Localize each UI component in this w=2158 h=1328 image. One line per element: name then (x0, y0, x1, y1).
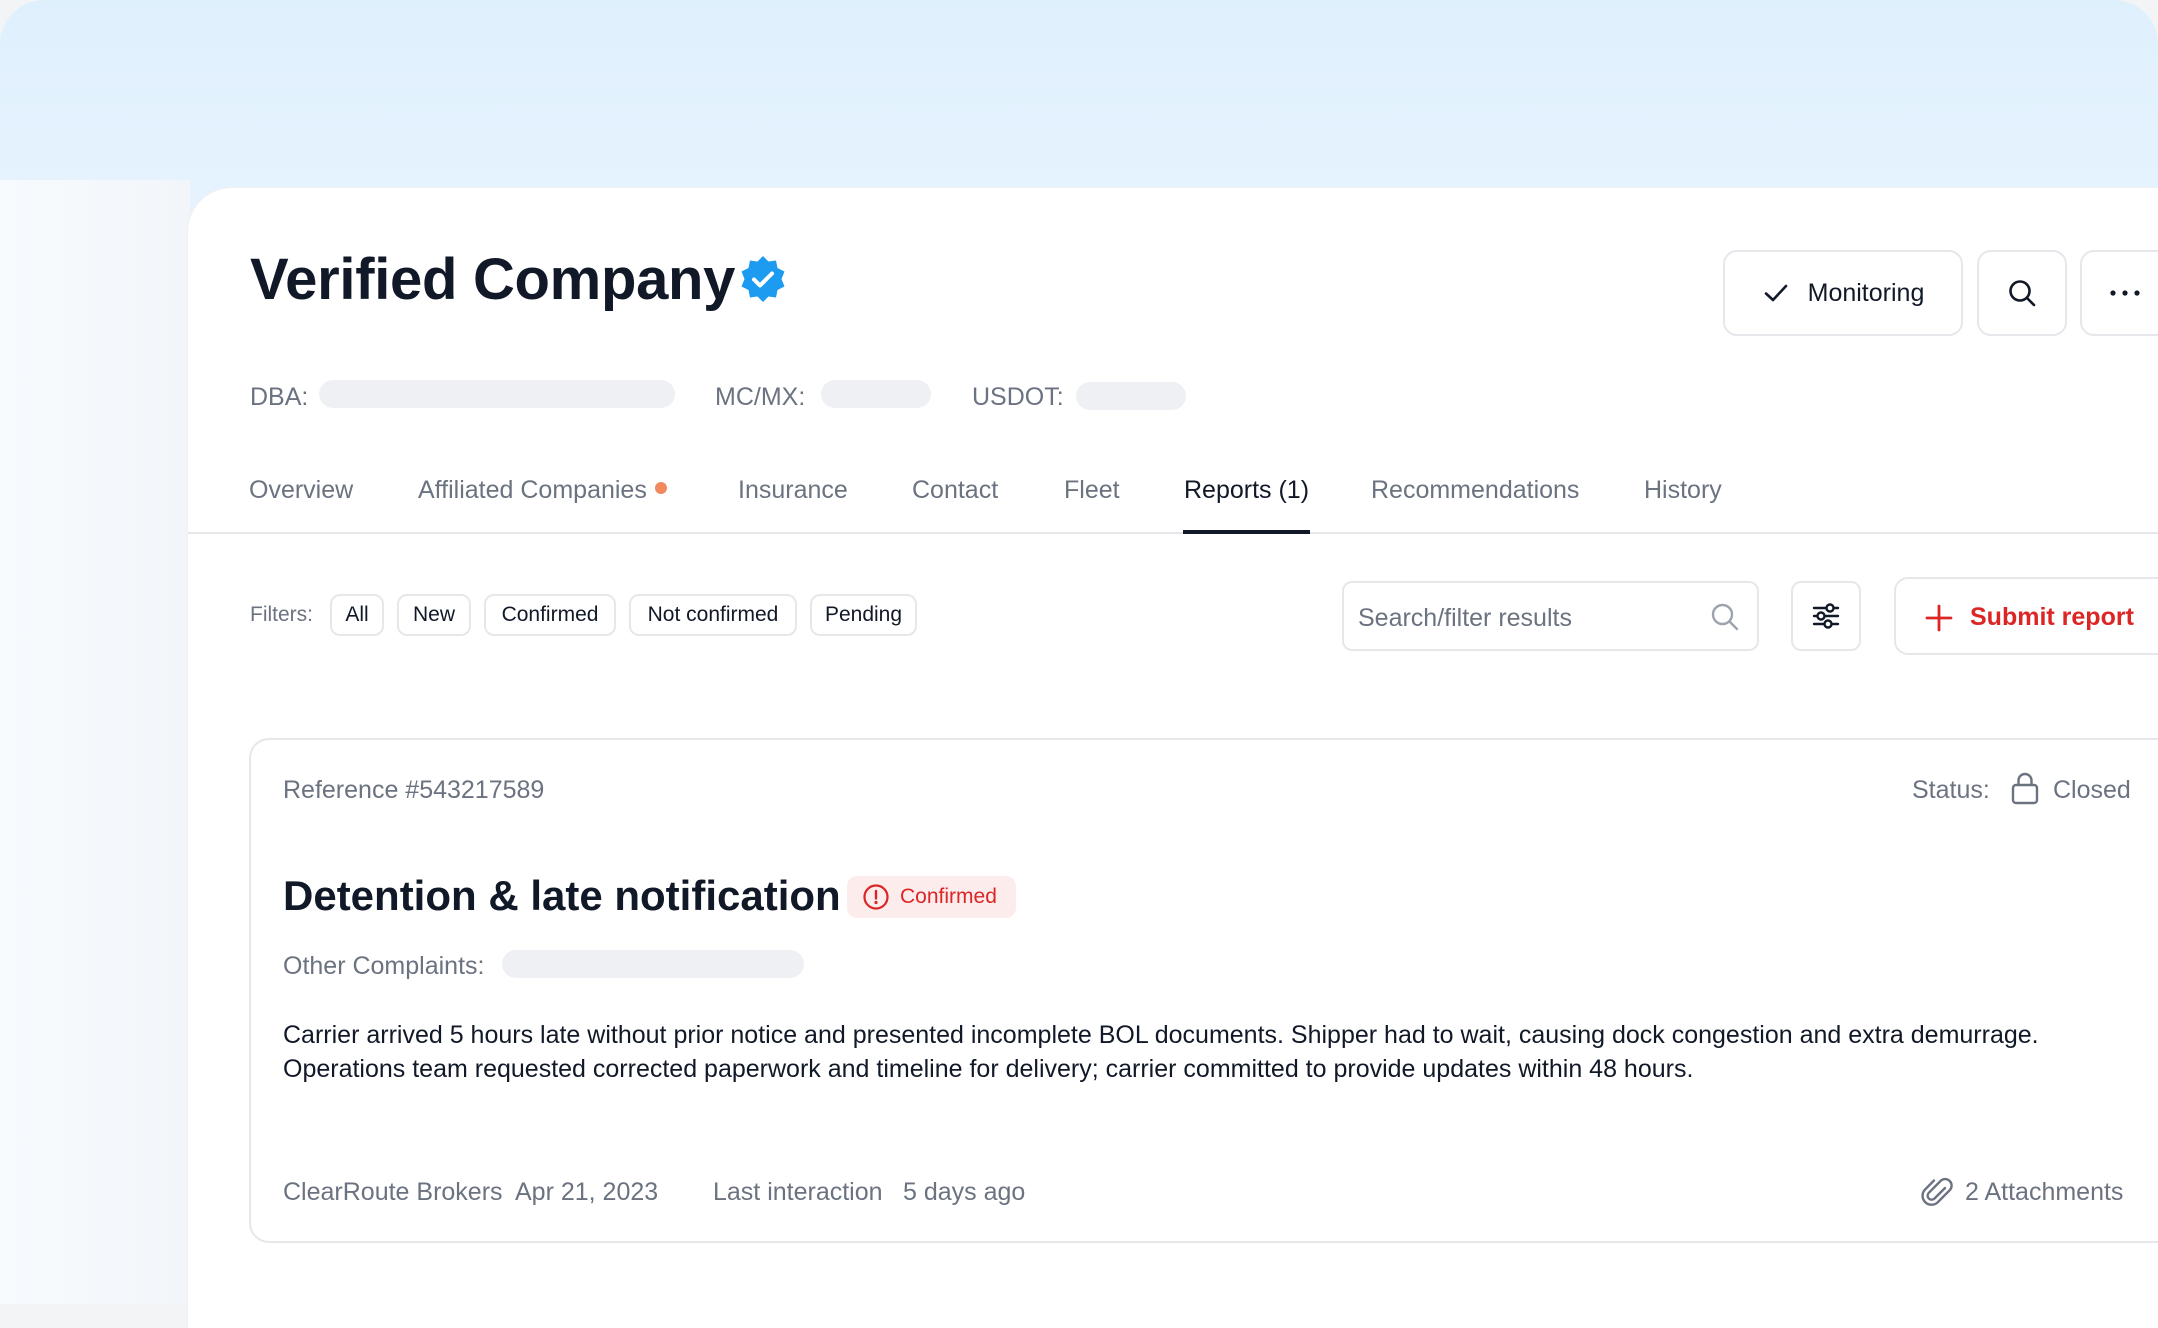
last-interaction-value: 5 days ago (903, 1178, 1026, 1206)
other-complaints-label: Other Complaints: (283, 952, 485, 980)
more-options-button[interactable] (2080, 250, 2158, 336)
search-button[interactable] (1977, 250, 2067, 336)
report-description: Carrier arrived 5 hours late without pri… (283, 1018, 2133, 1086)
confirmed-badge: Confirmed (847, 876, 1016, 918)
verified-badge-icon (741, 256, 785, 302)
submit-report-label: Submit report (1970, 603, 2134, 631)
report-reference: Reference #543217589 (283, 776, 545, 804)
plus-icon (1925, 604, 1953, 632)
report-description-line-1: Carrier arrived 5 hours late without pri… (283, 1021, 2039, 1049)
sliders-icon (1812, 603, 1840, 629)
page-title: Verified Company (250, 247, 736, 312)
tab-reports[interactable]: Reports (1) (1184, 476, 1309, 505)
report-card[interactable] (249, 738, 2158, 1243)
search-placeholder: Search/filter results (1358, 604, 1572, 632)
report-description-line-2: Operations team requested corrected pape… (283, 1055, 1694, 1083)
notification-dot (654, 482, 667, 495)
tab-history[interactable]: History (1644, 476, 1722, 505)
tab-recommendations[interactable]: Recommendations (1371, 476, 1579, 505)
tab-insurance[interactable]: Insurance (738, 476, 848, 505)
tab-fleet[interactable]: Fleet (1064, 476, 1120, 505)
other-complaints-placeholder (502, 950, 804, 978)
usdot-label: USDOT: (972, 383, 1064, 411)
dba-value-placeholder (319, 380, 675, 408)
tab-overview[interactable]: Overview (249, 476, 353, 505)
usdot-value-placeholder (1076, 382, 1186, 410)
tab-contact[interactable]: Contact (912, 476, 998, 505)
page-background-left (0, 180, 190, 1304)
filter-chip-new[interactable]: New (397, 594, 471, 636)
monitoring-label: Monitoring (1807, 278, 1925, 307)
search-icon (1711, 603, 1739, 631)
lock-icon (2011, 772, 2039, 805)
mc-label: MC/MX: (715, 383, 806, 411)
more-horizontal-icon (2110, 290, 2140, 296)
filter-chip-pending[interactable]: Pending (810, 594, 917, 636)
paperclip-icon (1921, 1177, 1953, 1206)
search-icon (2009, 280, 2036, 307)
filter-chip-not-confirmed[interactable]: Not confirmed (629, 594, 797, 636)
advanced-filter-button[interactable] (1791, 581, 1861, 651)
status-value: Closed (2053, 776, 2131, 804)
active-tab-indicator (1183, 530, 1310, 534)
attachments-link[interactable]: 2 Attachments (1965, 1178, 2123, 1207)
filter-chip-all[interactable]: All (330, 594, 384, 636)
dba-label: DBA: (250, 383, 309, 411)
filters-label: Filters: (250, 603, 313, 626)
report-company: ClearRoute Brokers (283, 1178, 503, 1206)
tabs-divider (188, 532, 2158, 534)
filter-chip-confirmed[interactable]: Confirmed (484, 594, 616, 636)
check-icon (1764, 284, 1787, 302)
alert-circle-icon (863, 884, 889, 910)
status-label: Status: (1912, 776, 1990, 804)
last-interaction-label: Last interaction (713, 1178, 883, 1206)
search-filter-input[interactable]: Search/filter results (1342, 581, 1759, 651)
report-date: Apr 21, 2023 (515, 1178, 659, 1206)
submit-report-button[interactable]: Submit report (1894, 577, 2158, 655)
tab-affiliated-companies[interactable]: Affiliated Companies (418, 476, 667, 505)
mc-value-placeholder (821, 380, 931, 408)
monitoring-button[interactable]: Monitoring (1723, 250, 1963, 336)
report-title: Detention & late notification (283, 872, 841, 919)
badge-label: Confirmed (900, 885, 997, 908)
tab-affiliated-companies-label: Affiliated Companies (418, 476, 647, 504)
